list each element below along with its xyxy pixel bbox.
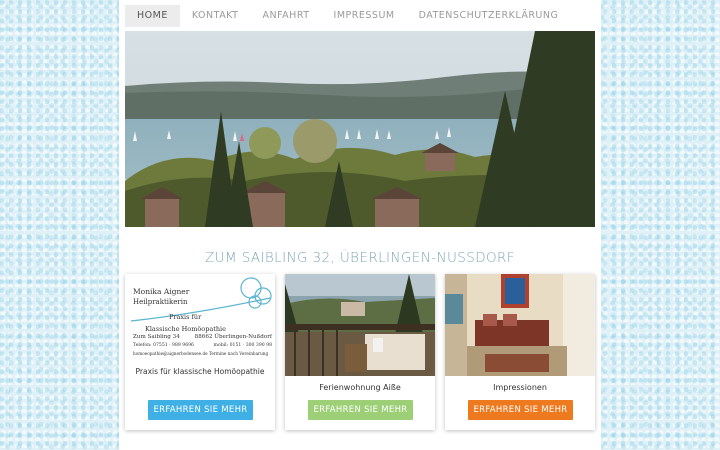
bc-praxis-line2: Klassische Homöopathie bbox=[145, 325, 226, 333]
bc-praxis-line1: Praxis für bbox=[169, 313, 202, 321]
interior-image bbox=[445, 274, 595, 376]
main-navigation: HOME KONTAKT ANFAHRT IMPRESSUM DATENSCHU… bbox=[125, 5, 570, 27]
nav-anfahrt[interactable]: ANFAHRT bbox=[250, 5, 321, 27]
bc-phones: Telefon: 07551 · 989 9696 mobil: 0151 · … bbox=[133, 343, 275, 348]
card-caption: Impressionen bbox=[493, 383, 547, 392]
address-heading: ZUM SAIBLING 32, ÜBERLINGEN-NUSSDORF bbox=[205, 250, 515, 266]
bc-email: homoeopathie@aignerbodensee.de Termine n… bbox=[133, 351, 269, 356]
card-ferienwohnung: Ferienwohnung Aiße ERFAHREN SIE MEHR bbox=[285, 274, 435, 430]
nav-home[interactable]: HOME bbox=[125, 5, 180, 27]
bc-name: Monika Aigner bbox=[133, 287, 190, 296]
balcony-image bbox=[285, 274, 435, 376]
hero-image bbox=[125, 31, 595, 227]
bc-phone: Telefon: 07551 · 989 9696 bbox=[133, 343, 194, 348]
bc-mobile: mobil: 0151 · 300 390 98 bbox=[213, 343, 272, 348]
card-caption: Ferienwohnung Aiße bbox=[319, 383, 401, 392]
nav-datenschutz[interactable]: DATENSCHUTZERKLÄRUNG bbox=[407, 5, 571, 27]
business-card-image: Monika Aigner Heilpraktikerin Praxis für… bbox=[125, 274, 275, 376]
bc-city: 88662 Überlingen-Nußdorf bbox=[194, 334, 272, 340]
nav-impressum[interactable]: IMPRESSUM bbox=[322, 5, 407, 27]
bc-tagline: Praxis für klassische Homöopathie bbox=[135, 367, 265, 376]
bc-profession: Heilpraktikerin bbox=[133, 298, 188, 306]
learn-more-button-praxis[interactable]: ERFAHREN SIE MEHR bbox=[148, 400, 253, 420]
card-impressionen: Impressionen ERFAHREN SIE MEHR bbox=[445, 274, 595, 430]
learn-more-button-ferienwohnung[interactable]: ERFAHREN SIE MEHR bbox=[308, 400, 413, 420]
page-container: HOME KONTAKT ANFAHRT IMPRESSUM DATENSCHU… bbox=[119, 0, 601, 450]
bc-street: Zum Saibling 34 bbox=[133, 334, 180, 340]
bc-address: Zum Saibling 34 88662 Überlingen-Nußdorf bbox=[133, 334, 275, 340]
nav-kontakt[interactable]: KONTAKT bbox=[180, 5, 251, 27]
learn-more-button-impressionen[interactable]: ERFAHREN SIE MEHR bbox=[468, 400, 573, 420]
business-card: Monika Aigner Heilpraktikerin Praxis für… bbox=[125, 274, 275, 376]
card-praxis: Monika Aigner Heilpraktikerin Praxis für… bbox=[125, 274, 275, 430]
